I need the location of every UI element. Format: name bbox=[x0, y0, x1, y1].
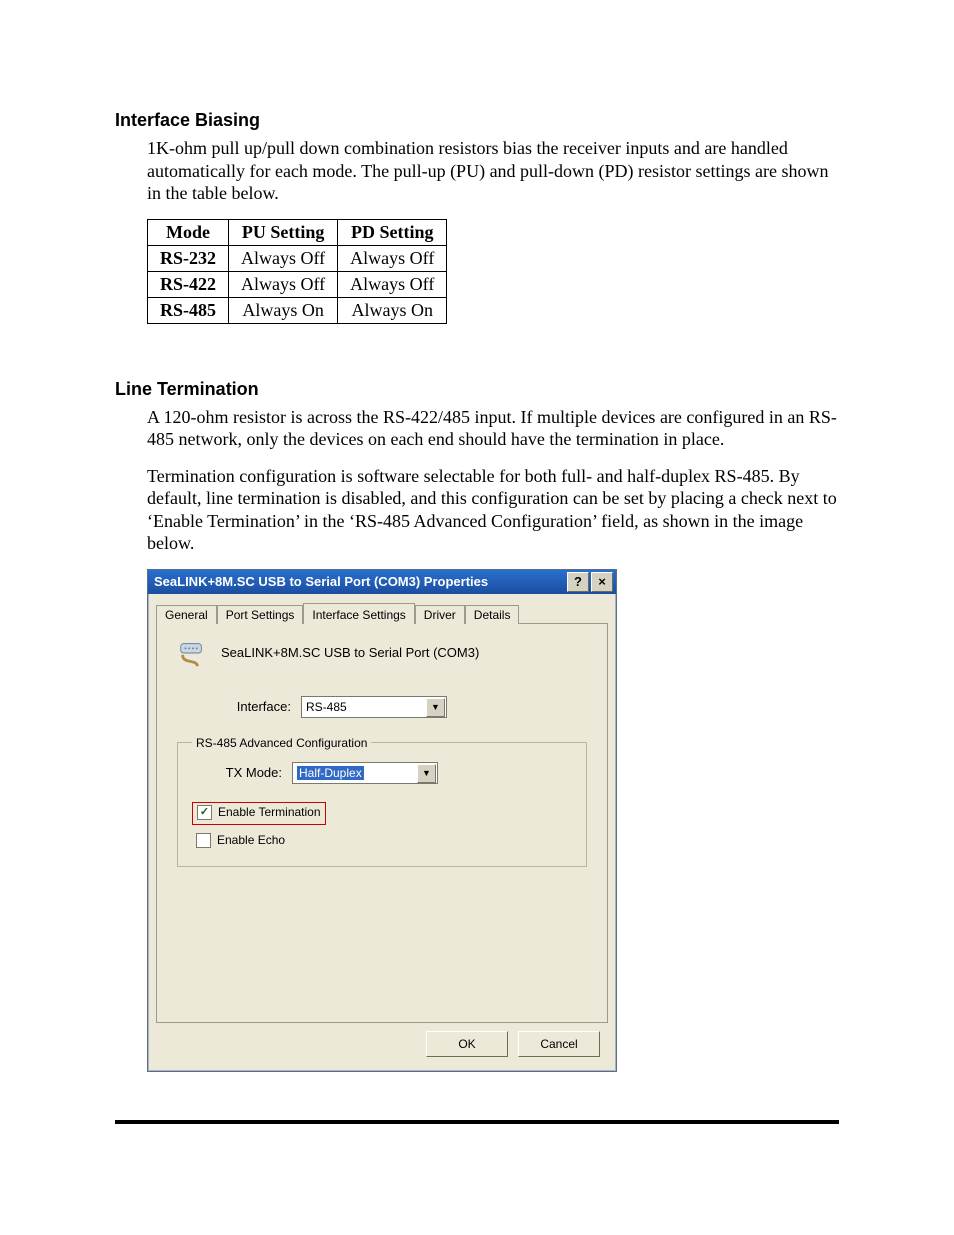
enable-termination-label: Enable Termination bbox=[218, 805, 321, 819]
th-pu: PU Setting bbox=[229, 219, 338, 245]
cancel-button[interactable]: Cancel bbox=[518, 1031, 600, 1057]
cell: Always On bbox=[338, 297, 447, 323]
chevron-down-icon: ▼ bbox=[417, 764, 436, 783]
cell: Always Off bbox=[229, 271, 338, 297]
interface-select[interactable]: RS-485 ▼ bbox=[301, 696, 447, 718]
tab-port-settings[interactable]: Port Settings bbox=[217, 605, 304, 624]
txmode-select[interactable]: Half-Duplex ▼ bbox=[292, 762, 438, 784]
chevron-down-icon: ▼ bbox=[426, 698, 445, 717]
window-title: SeaLINK+8M.SC USB to Serial Port (COM3) … bbox=[154, 574, 565, 589]
txmode-label: TX Mode: bbox=[212, 765, 282, 780]
tab-details[interactable]: Details bbox=[465, 605, 520, 624]
titlebar[interactable]: SeaLINK+8M.SC USB to Serial Port (COM3) … bbox=[148, 570, 616, 594]
table-row: RS-232 Always Off Always Off bbox=[148, 245, 447, 271]
para-termination-2: Termination configuration is software se… bbox=[147, 465, 839, 555]
group-legend: RS-485 Advanced Configuration bbox=[192, 736, 371, 750]
tab-interface-settings[interactable]: Interface Settings bbox=[303, 603, 414, 624]
cell: Always Off bbox=[229, 245, 338, 271]
cell: RS-232 bbox=[148, 245, 229, 271]
th-pd: PD Setting bbox=[338, 219, 447, 245]
footer-rule bbox=[115, 1120, 839, 1124]
tab-panel-interface-settings: SeaLINK+8M.SC USB to Serial Port (COM3) … bbox=[156, 623, 608, 1023]
enable-echo-label: Enable Echo bbox=[217, 833, 285, 847]
interface-select-value: RS-485 bbox=[306, 700, 347, 714]
enable-echo-checkbox[interactable] bbox=[196, 833, 211, 848]
properties-dialog: SeaLINK+8M.SC USB to Serial Port (COM3) … bbox=[147, 569, 617, 1072]
tab-driver[interactable]: Driver bbox=[415, 605, 465, 624]
table-row: RS-485 Always On Always On bbox=[148, 297, 447, 323]
para-termination-1: A 120-ohm resistor is across the RS-422/… bbox=[147, 406, 839, 451]
cell: Always On bbox=[229, 297, 338, 323]
para-biasing: 1K-ohm pull up/pull down combination res… bbox=[147, 137, 839, 205]
th-mode: Mode bbox=[148, 219, 229, 245]
enable-termination-checkbox[interactable] bbox=[197, 805, 212, 820]
serial-port-icon bbox=[177, 638, 207, 668]
tab-general[interactable]: General bbox=[156, 605, 217, 624]
tabstrip: General Port Settings Interface Settings… bbox=[148, 594, 616, 623]
ok-button[interactable]: OK bbox=[426, 1031, 508, 1057]
device-name-label: SeaLINK+8M.SC USB to Serial Port (COM3) bbox=[221, 645, 479, 660]
cell: RS-422 bbox=[148, 271, 229, 297]
heading-line-termination: Line Termination bbox=[115, 379, 839, 400]
cell: Always Off bbox=[338, 245, 447, 271]
txmode-select-value: Half-Duplex bbox=[297, 766, 364, 780]
table-row: RS-422 Always Off Always Off bbox=[148, 271, 447, 297]
biasing-table: Mode PU Setting PD Setting RS-232 Always… bbox=[147, 219, 447, 324]
cell: Always Off bbox=[338, 271, 447, 297]
cell: RS-485 bbox=[148, 297, 229, 323]
interface-label: Interface: bbox=[211, 699, 291, 714]
close-button[interactable]: × bbox=[591, 572, 613, 592]
heading-interface-biasing: Interface Biasing bbox=[115, 110, 839, 131]
help-button[interactable]: ? bbox=[567, 572, 589, 592]
enable-termination-highlight: Enable Termination bbox=[192, 802, 326, 825]
rs485-advanced-group: RS-485 Advanced Configuration TX Mode: H… bbox=[177, 736, 587, 867]
